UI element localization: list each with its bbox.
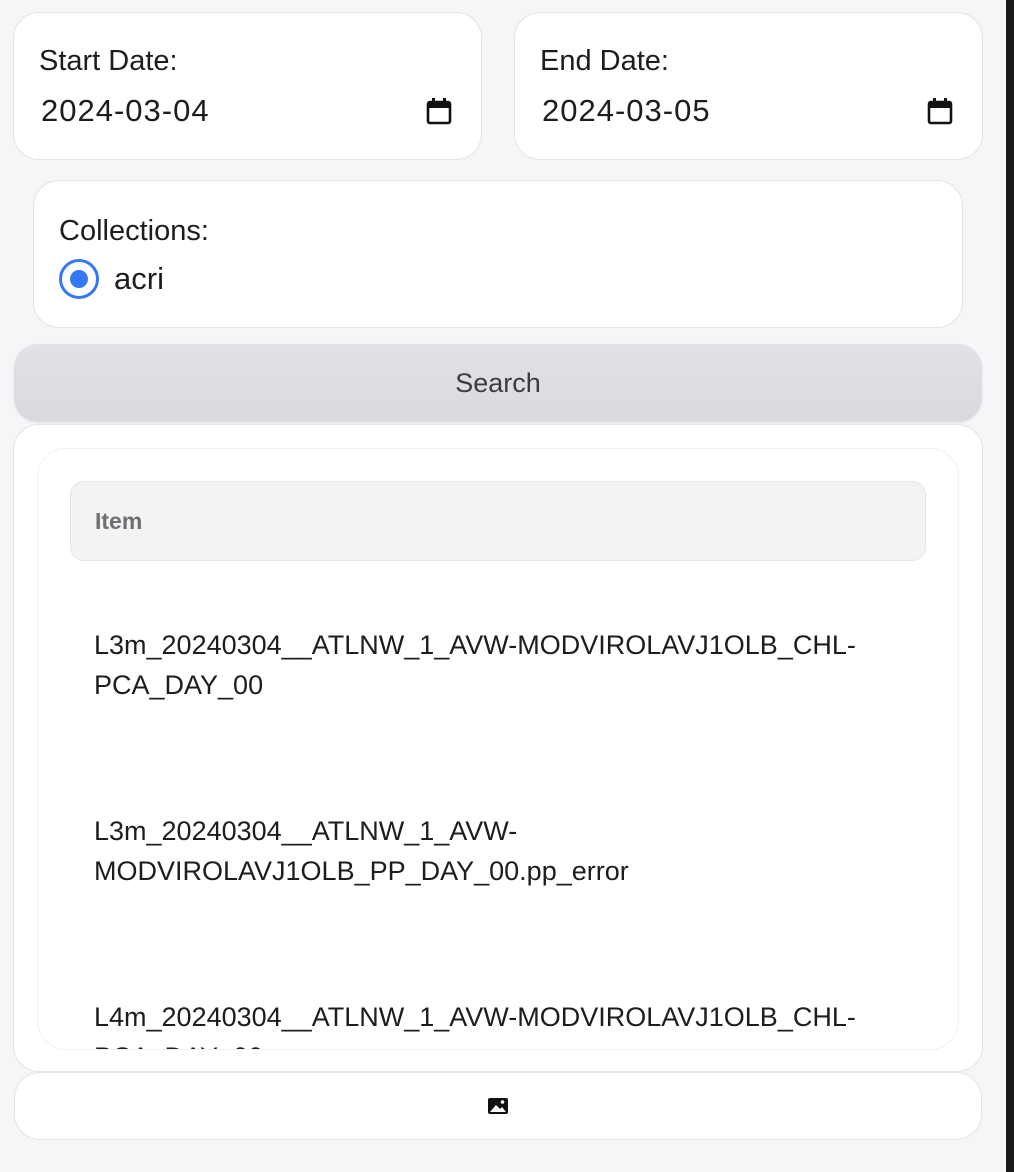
view-image-button[interactable] <box>14 1072 982 1140</box>
results-rows: L3m_20240304__ATLNW_1_AVW- MODVIROLAVJ1OL… <box>94 625 914 1049</box>
search-button[interactable]: Search <box>14 344 982 422</box>
radio-button[interactable] <box>59 259 99 299</box>
end-date-card: End Date: 2024-03-05 <box>514 12 983 160</box>
column-header-item[interactable]: Item <box>70 481 926 561</box>
row-text-line: PCA_DAY_00 <box>94 1037 914 1049</box>
calendar-icon[interactable] <box>425 96 453 126</box>
end-date-label: End Date: <box>540 45 669 77</box>
collection-option-acri[interactable]: acri <box>59 259 938 299</box>
table-row[interactable]: L4m_20240304__ATLNW_1_AVW-MODVIROLAVJ1OL… <box>94 997 914 1049</box>
row-text-line: L3m_20240304__ATLNW_1_AVW-MODVIROLAVJ1OL… <box>94 630 856 660</box>
row-text-line: PCA_DAY_00 <box>94 670 264 700</box>
row-text-line: L3m_20240304__ATLNW_1_AVW- <box>94 816 518 846</box>
calendar-icon[interactable] <box>926 96 954 126</box>
window-edge <box>1006 0 1014 1172</box>
collections-label: Collections: <box>59 215 209 247</box>
start-date-value[interactable]: 2024-03-04 <box>41 93 210 129</box>
row-text-line: MODVIROLAVJ1OLB_PP_DAY_00.pp_error <box>94 856 629 886</box>
end-date-input[interactable]: 2024-03-05 <box>540 91 958 131</box>
collection-option-label: acri <box>114 261 164 296</box>
start-date-input[interactable]: 2024-03-04 <box>39 91 457 131</box>
radio-selected-dot <box>70 270 88 288</box>
results-table[interactable]: Item L3m_20240304__ATLNW_1_AVW- MODVIROLA… <box>38 449 958 1049</box>
row-text-line: L4m_20240304__ATLNW_1_AVW-MODVIROLAVJ1OL… <box>94 1002 856 1032</box>
table-row[interactable]: L3m_20240304__ATLNW_1_AVW- MODVIROLAVJ1O… <box>94 811 914 997</box>
table-row[interactable]: L3m_20240304__ATLNW_1_AVW-MODVIROLAVJ1OL… <box>94 625 914 811</box>
end-date-value[interactable]: 2024-03-05 <box>542 93 711 129</box>
collections-card: Collections: acri <box>33 180 963 328</box>
start-date-label: Start Date: <box>39 45 178 77</box>
results-card: Item L3m_20240304__ATLNW_1_AVW- MODVIROLA… <box>13 424 983 1072</box>
start-date-card: Start Date: 2024-03-04 <box>13 12 482 160</box>
image-icon <box>488 1098 508 1114</box>
